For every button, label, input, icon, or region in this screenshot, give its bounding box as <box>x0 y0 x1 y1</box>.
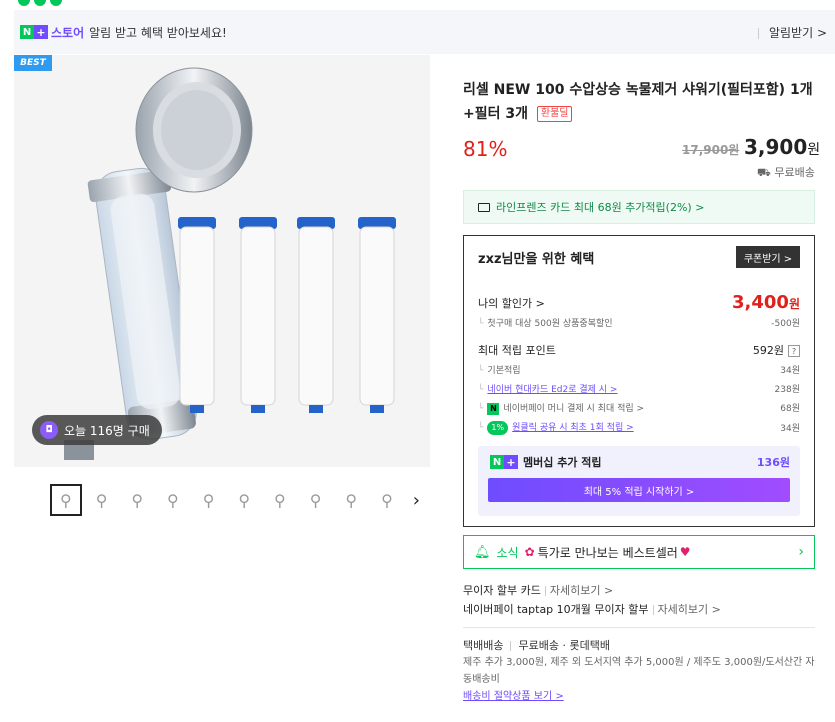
shower-head-illustration <box>64 67 396 460</box>
max-points-label: 최대 적립 포인트 <box>478 344 556 357</box>
coupon-button[interactable]: 쿠폰받기 > <box>736 246 800 268</box>
buyers-today-text: 오늘 116명 구매 <box>64 423 150 438</box>
news-banner[interactable]: 🔔︎ 소식 ✿ 특가로 만나보는 베스트셀러 ♥ › <box>463 535 815 569</box>
point-value: 34원 <box>780 423 800 434</box>
sale-price-value: 3,900 <box>744 135 808 159</box>
one-click-share-link[interactable]: 원클릭 공유 시 최초 1회 적립 > <box>512 423 634 433</box>
heart-icon: ♥ <box>679 545 691 559</box>
first-purchase-text: 첫구매 대상 500원 상품중복할인 <box>487 319 613 329</box>
card-benefit-text: 라인프렌즈 카드 최대 68원 추가적립(2%) > <box>496 201 705 214</box>
point-row: └ 기본적립 34원 <box>478 363 800 376</box>
share-point-pill: 1% <box>487 420 509 435</box>
naverpay-icon: N <box>487 402 500 415</box>
truck-icon: ⛟ <box>757 166 771 179</box>
alert-message: 알림 받고 혜택 받아보세요! <box>89 25 227 40</box>
chevron-right-icon: › <box>798 544 804 560</box>
membership-label: N + 멤버십 추가 적립 <box>490 454 602 470</box>
first-purchase-amount: -500원 <box>771 319 800 329</box>
shipping-saver-link[interactable]: 배송비 절약상품 보기 > <box>463 688 823 705</box>
alert-bar: N + 스토어 알림 받고 혜택 받아보세요! 알림받기 > <box>14 10 835 54</box>
thumbnail[interactable]: ⚲ <box>157 484 189 516</box>
naverpay-link[interactable]: 네이버페이 머니 결제 시 최대 적립 > <box>503 404 644 414</box>
best-badge: BEST <box>14 55 52 71</box>
thumbnail[interactable]: ⚲ <box>50 484 82 516</box>
installment-label: 무이자 할부 카드 <box>463 584 541 597</box>
membership-start-button[interactable]: 최대 5% 적립 시작하기 > <box>488 478 790 502</box>
original-price: 17,900원 <box>682 143 740 157</box>
help-icon[interactable]: ? <box>788 345 800 357</box>
membership-label-text: 멤버십 추가 적립 <box>523 456 602 469</box>
thumbnail[interactable]: ⚲ <box>335 484 367 516</box>
thumbnail[interactable]: ⚲ <box>264 484 296 516</box>
my-price-unit: 원 <box>788 297 800 311</box>
delivery-type-row: 택배배송 무료배송 · 롯데택배 <box>463 637 823 654</box>
naver-plus-icon: N + <box>20 25 48 39</box>
membership-panel: N + 멤버십 추가 적립 136원 최대 5% 적립 시작하기 > <box>478 446 800 516</box>
thumbnail-next-icon[interactable]: › <box>413 490 420 511</box>
gallery: BEST ◘ 오늘 116명 구매 ⚲ ⚲ ⚲ ⚲ ⚲ ⚲ ⚲ ⚲ ⚲ ⚲ › <box>14 55 430 722</box>
membership-amount: 136원 <box>756 456 790 469</box>
logo-dot <box>50 0 62 6</box>
news-text: 특가로 만나보는 베스트셀러 <box>537 545 678 560</box>
top-strip <box>0 0 835 8</box>
delivery-type: 택배배송 <box>463 639 504 652</box>
benefits-box: zxz님만을 위한 혜택 쿠폰받기 > 나의 할인가 > 3,400원 └ 첫구매… <box>463 235 815 527</box>
point-value: 238원 <box>774 385 800 395</box>
point-row: └ N 네이버페이 머니 결제 시 최대 적립 > 68원 <box>478 401 800 415</box>
point-value: 34원 <box>780 366 800 376</box>
sale-price-unit: 원 <box>807 142 821 158</box>
installment-row: 네이버페이 taptap 10개월 무이자 할부 자세히보기 > <box>463 601 721 617</box>
product-main-image[interactable]: BEST ◘ 오늘 116명 구매 <box>14 55 430 467</box>
store-label: 스토어 <box>51 25 85 40</box>
delivery-info: 택배배송 무료배송 · 롯데택배 제주 추가 3,000원, 제주 외 도서지역 … <box>463 637 823 705</box>
point-value: 68원 <box>780 404 800 415</box>
logo-dot <box>18 0 30 6</box>
product-title-text: 리셀 NEW 100 수압상승 녹물제거 샤워기(필터포함) 1개+필터 3개 <box>463 82 813 122</box>
filter-cartridges <box>178 217 396 413</box>
thumbnail[interactable]: ⚲ <box>193 484 225 516</box>
delivery-detail: 무료배송 · 롯데택배 <box>518 639 610 652</box>
my-price-value: 3,400 <box>732 292 789 313</box>
thumbnail-strip: ⚲ ⚲ ⚲ ⚲ ⚲ ⚲ ⚲ ⚲ ⚲ ⚲ › <box>50 482 420 518</box>
product-title: 리셀 NEW 100 수압상승 녹물제거 샤워기(필터포함) 1개+필터 3개 … <box>463 78 813 126</box>
shipping-text: 무료배송 <box>774 166 815 179</box>
point-label: 기본적립 <box>487 366 521 376</box>
benefits-header: zxz님만을 위한 혜택 <box>478 252 595 267</box>
installment-label: 네이버페이 taptap 10개월 무이자 할부 <box>463 603 649 616</box>
bag-icon: ◘ <box>40 421 58 439</box>
sale-price: 3,900원 <box>744 135 820 159</box>
installment-row: 무이자 할부 카드 자세히보기 > <box>463 582 613 598</box>
logo-dot <box>34 0 46 6</box>
naver-plus-icon: N + <box>490 455 518 469</box>
max-points-value: 592원 <box>752 344 784 357</box>
bell-icon: 🔔︎ <box>474 544 491 560</box>
card-icon <box>478 202 490 212</box>
installment-more-link[interactable]: 자세히보기 > <box>653 603 721 616</box>
flower-icon: ✿ <box>524 545 535 559</box>
alert-subscribe-button[interactable]: 알림받기 > <box>758 24 827 41</box>
delivery-note: 제주 추가 3,000원, 제주 외 도서지역 추가 5,000원 / 제주도 … <box>463 657 815 685</box>
thumbnail[interactable]: ⚲ <box>121 484 153 516</box>
news-label: 소식 <box>496 545 519 560</box>
discount-rate: 81% <box>463 137 508 161</box>
first-purchase-row: └ 첫구매 대상 500원 상품중복할인 -500원 <box>478 316 800 329</box>
thumbnail[interactable]: ⚲ <box>371 484 403 516</box>
point-row: └ 1% 원클릭 공유 시 최초 1회 적립 > 34원 <box>478 420 800 435</box>
buyers-today-badge: ◘ 오늘 116명 구매 <box>32 415 162 445</box>
my-price: 3,400원 <box>732 292 800 313</box>
thumbnail[interactable]: ⚲ <box>86 484 118 516</box>
shipping-info: ⛟ 무료배송 <box>757 164 815 181</box>
card-benefit-banner[interactable]: 라인프렌즈 카드 최대 68원 추가적립(2%) > <box>463 190 815 224</box>
thumbnail[interactable]: ⚲ <box>228 484 260 516</box>
max-points-row: 최대 적립 포인트 592원? <box>478 342 800 358</box>
my-price-label[interactable]: 나의 할인가 > <box>478 295 545 311</box>
divider <box>463 627 815 628</box>
my-price-row: 나의 할인가 > 3,400원 <box>478 292 800 313</box>
point-row: └ 네이버 현대카드 Ed2로 결제 시 > 238원 <box>478 382 800 395</box>
thumbnail[interactable]: ⚲ <box>300 484 332 516</box>
installment-more-link[interactable]: 자세히보기 > <box>545 584 613 597</box>
hyundai-card-link[interactable]: 네이버 현대카드 Ed2로 결제 시 > <box>487 385 617 395</box>
refund-tag: 환불딜 <box>536 106 573 122</box>
